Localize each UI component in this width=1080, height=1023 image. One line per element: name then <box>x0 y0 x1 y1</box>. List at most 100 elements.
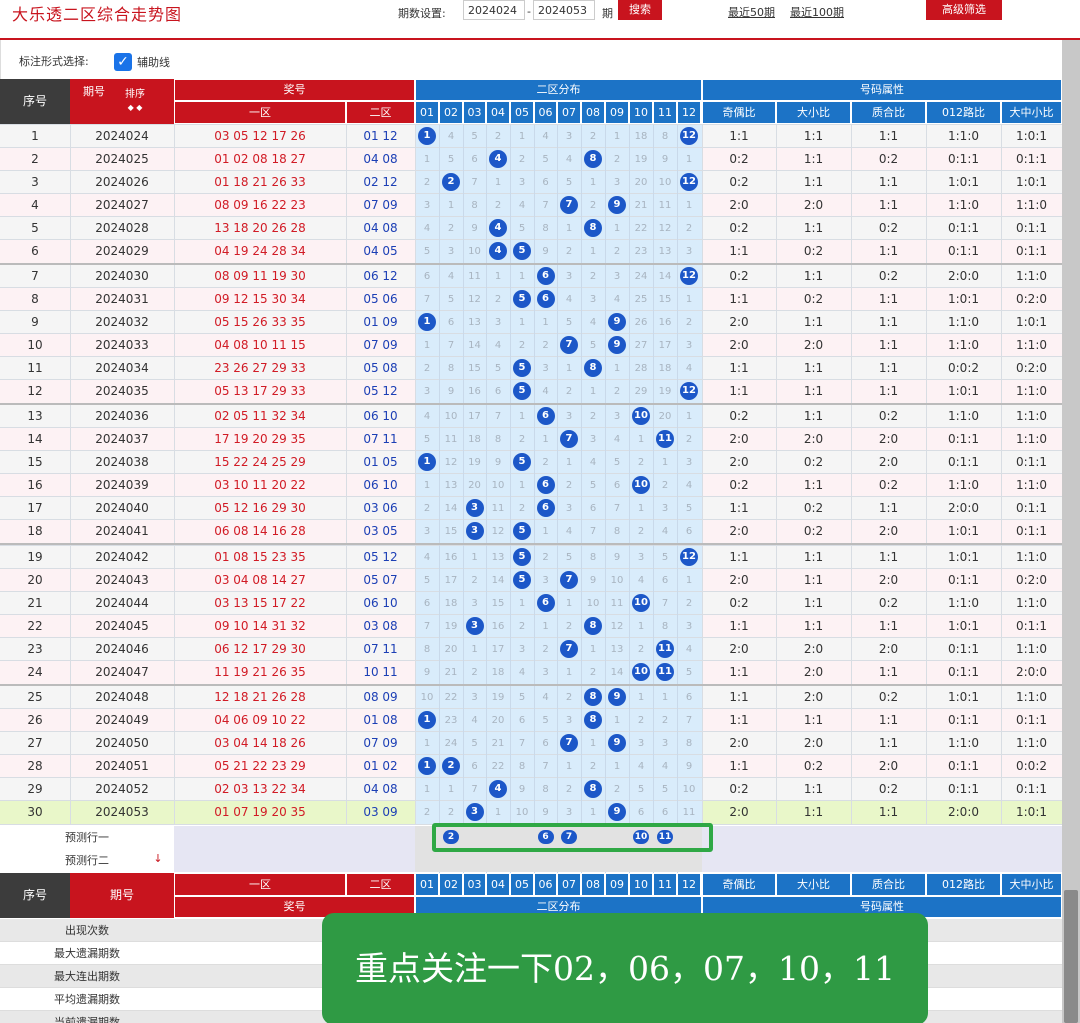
row-seq: 7 <box>31 269 39 283</box>
advanced-filter-button[interactable]: 高级筛选 <box>926 0 1002 20</box>
miss-count: 3 <box>542 667 549 678</box>
row-attr-value: 1:1 <box>729 550 749 564</box>
miss-count: 18 <box>444 598 458 609</box>
row-period: 2024034 <box>95 361 149 375</box>
row-period: 2024045 <box>95 619 149 633</box>
row-seq: 11 <box>27 361 43 375</box>
row-front-numbers: 03 10 11 20 22 <box>214 478 306 492</box>
row-back-numbers: 07 09 <box>363 338 398 352</box>
row-seq: 8 <box>31 292 39 306</box>
row-attr-value: 1:1 <box>878 338 899 352</box>
miss-count: 4 <box>518 200 526 211</box>
miss-count: 7 <box>447 340 455 351</box>
col-gridline <box>346 125 347 825</box>
miss-count: 22 <box>634 223 648 234</box>
miss-count: 6 <box>494 386 502 397</box>
predict-row-1-attr <box>702 826 1062 849</box>
predict-row-2-arrow[interactable]: ↓ <box>150 849 166 869</box>
row-back-numbers: 01 02 <box>363 759 398 773</box>
miss-count: 3 <box>494 317 502 328</box>
row-back-numbers: 03 09 <box>363 805 398 819</box>
miss-count: 10 <box>444 411 458 422</box>
row-attr-value: 1:1 <box>878 805 899 819</box>
header-prize-no: 奖号 <box>174 79 415 101</box>
miss-count: 2 <box>447 807 455 818</box>
miss-count: 8 <box>518 761 526 772</box>
top-toolbar: 大乐透二区综合走势图 期数设置: - 期 搜索 最近50期 最近100期 高级筛… <box>0 0 1080 28</box>
row-attr-value: 0:2 <box>729 221 749 235</box>
row-attr-value: 2:0 <box>803 338 824 352</box>
miss-count: 3 <box>565 503 573 514</box>
row-attr-value: 1:0:1 <box>1016 129 1047 143</box>
row-seq: 20 <box>27 573 43 587</box>
aux-line-checkbox[interactable]: ✓ <box>114 53 132 71</box>
row-back-numbers: 07 09 <box>363 198 398 212</box>
miss-count: 1 <box>518 317 526 328</box>
miss-count: 15 <box>658 294 672 305</box>
miss-count: 1 <box>685 575 693 586</box>
row-front-numbers: 04 06 09 10 22 <box>214 713 306 727</box>
row-front-numbers: 05 12 16 29 30 <box>214 501 306 515</box>
row-attr-value: 0:1:1 <box>948 759 979 773</box>
row-attr-value: 1:0:1 <box>948 175 979 189</box>
row-gridline <box>0 310 1062 311</box>
miss-count: 18 <box>658 363 672 374</box>
search-button[interactable]: 搜索 <box>618 0 662 20</box>
miss-count: 3 <box>589 434 597 445</box>
miss-count: 3 <box>423 386 431 397</box>
miss-count: 2 <box>471 667 478 678</box>
header-number-01: 01 <box>415 101 439 124</box>
row-gridline <box>0 708 1062 709</box>
header-sort-label[interactable]: 排序 <box>121 88 149 102</box>
header-zone1: 一区 <box>174 101 346 124</box>
group-separator <box>0 403 1062 405</box>
row-attr-value: 0:1:1 <box>1016 619 1047 633</box>
scrollbar-thumb[interactable] <box>1064 890 1078 1023</box>
dist-gridline <box>463 125 464 893</box>
footer-attr-col: 012路比 <box>926 873 1001 896</box>
footer-number-08: 08 <box>581 873 605 896</box>
row-attr-value: 2:0 <box>729 573 749 587</box>
drawn-ball: 9 <box>608 688 626 706</box>
miss-count: 2 <box>518 503 526 514</box>
header-sort-arrows[interactable]: ◆ ◆ <box>121 102 149 114</box>
recent-50-link[interactable]: 最近50期 <box>728 4 775 20</box>
miss-count: 1 <box>589 246 597 257</box>
miss-count: 1 <box>494 177 502 188</box>
row-attr-value: 0:2 <box>729 782 749 796</box>
miss-count: 2 <box>637 457 645 468</box>
recent-100-link[interactable]: 最近100期 <box>790 4 844 20</box>
row-attr-value: 1:1 <box>878 244 899 258</box>
period-from-input[interactable] <box>463 0 525 20</box>
period-to-input[interactable] <box>533 0 595 20</box>
row-attr-value: 2:0 <box>803 736 824 750</box>
miss-count: 5 <box>685 667 693 678</box>
drawn-ball: 8 <box>584 617 602 635</box>
row-attr-value: 1:1:0 <box>1016 384 1047 398</box>
row-attr-value: 1:1 <box>878 550 899 564</box>
row-attr-value: 2:0 <box>729 455 749 469</box>
row-attr-value: 1:0:1 <box>1016 805 1047 819</box>
row-attr-value: 0:1:1 <box>1016 455 1047 469</box>
row-attr-value: 1:1 <box>878 129 899 143</box>
period-unit-label: 期 <box>602 7 613 20</box>
miss-count: 3 <box>685 246 693 257</box>
miss-count: 2 <box>613 784 621 795</box>
footer-seq: 序号 <box>0 873 70 918</box>
scrollbar-track[interactable] <box>1062 40 1080 1023</box>
row-attr-value: 2:0 <box>878 759 899 773</box>
row-seq: 26 <box>27 713 43 727</box>
dist-gridline <box>486 125 487 893</box>
miss-count: 5 <box>661 784 669 795</box>
miss-count: 2 <box>542 644 549 655</box>
row-gridline <box>0 519 1062 520</box>
drawn-ball: 6 <box>536 594 555 612</box>
miss-count: 6 <box>542 177 549 188</box>
row-attr-value: 0:1:1 <box>948 782 979 796</box>
row-gridline <box>0 568 1062 569</box>
row-attr-value: 1:1 <box>803 550 824 564</box>
miss-count: 3 <box>613 411 621 422</box>
row-period: 2024044 <box>95 596 149 610</box>
miss-count: 1 <box>589 177 597 188</box>
drawn-ball: 10 <box>632 594 650 612</box>
